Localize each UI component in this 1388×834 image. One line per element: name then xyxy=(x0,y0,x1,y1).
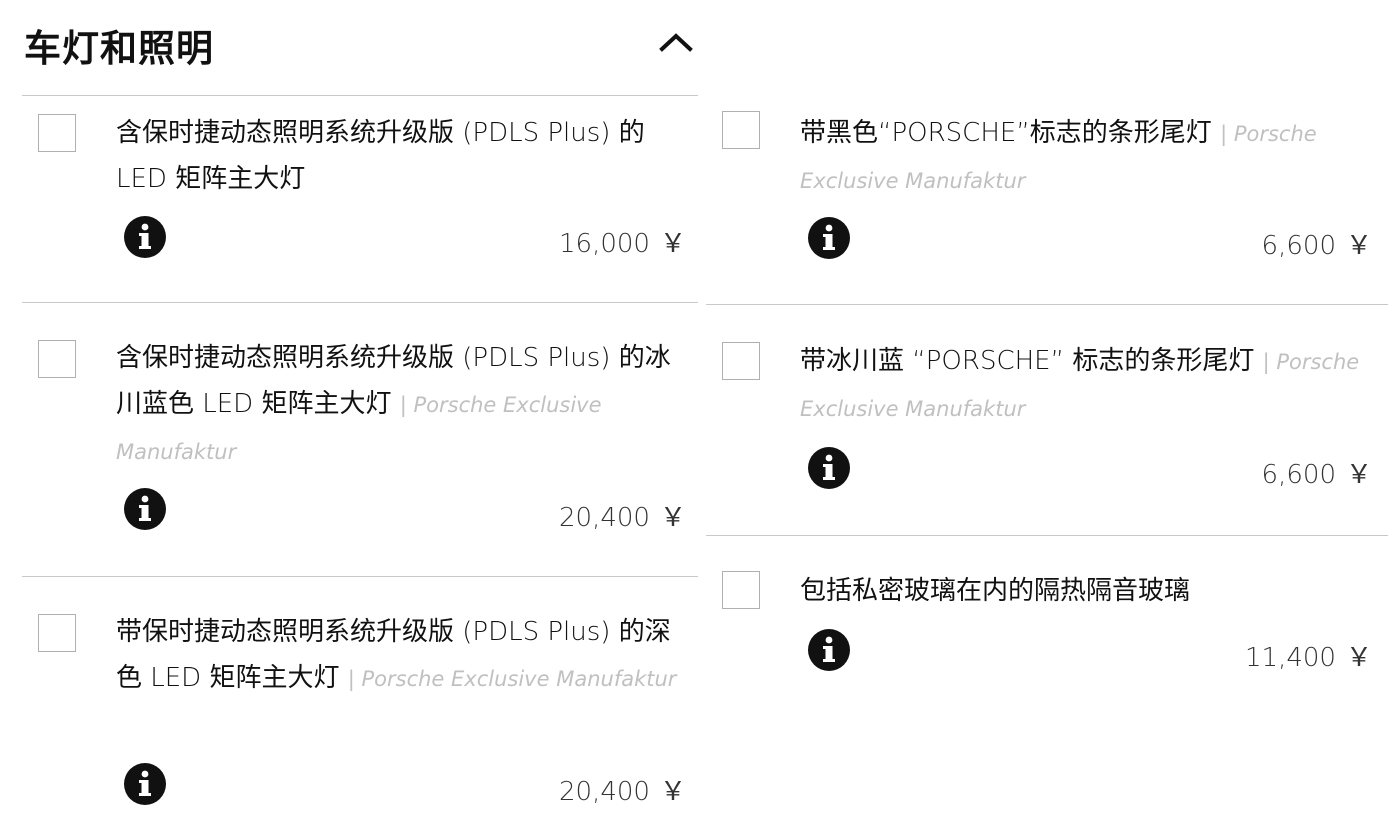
option-checkbox[interactable] xyxy=(722,342,760,380)
option-label: 含保时捷动态照明系统升级版 (PDLS Plus) 的冰川蓝色 LED 矩阵主大… xyxy=(116,335,686,475)
option-checkbox[interactable] xyxy=(722,111,760,149)
section-title: 车灯和照明 xyxy=(24,27,214,70)
option-checkbox[interactable] xyxy=(38,114,76,152)
option-price: 6,600 ￥ xyxy=(1262,454,1372,491)
option-label-text: 带黑色“PORSCHE”标志的条形尾灯 xyxy=(800,118,1212,148)
option-price: 20,400 ￥ xyxy=(559,497,686,534)
price-value: 20,400 xyxy=(559,503,650,533)
info-icon[interactable] xyxy=(808,629,850,671)
option-pdls-plus-dark: 带保时捷动态照明系统升级版 (PDLS Plus) 的深色 LED 矩阵主大灯 … xyxy=(22,577,698,834)
option-label: 带冰川蓝 “PORSCHE” 标志的条形尾灯 | Porsche Exclusi… xyxy=(800,338,1380,432)
currency-symbol: ￥ xyxy=(1345,643,1372,673)
chevron-up-icon xyxy=(659,33,693,52)
option-label: 带保时捷动态照明系统升级版 (PDLS Plus) 的深色 LED 矩阵主大灯 … xyxy=(116,609,686,702)
price-value: 6,600 xyxy=(1261,231,1336,261)
option-label-text: 包括私密玻璃在内的隔热隔音玻璃 xyxy=(800,576,1191,606)
option-pdls-plus-led-matrix: 含保时捷动态照明系统升级版 (PDLS Plus) 的 LED 矩阵主大灯 16… xyxy=(22,96,698,303)
option-checkbox[interactable] xyxy=(38,614,76,652)
price-value: 11,400 xyxy=(1245,643,1336,673)
info-icon[interactable] xyxy=(124,216,166,258)
option-privacy-insulated-glass: 包括私密玻璃在内的隔热隔音玻璃 11,400 ￥ xyxy=(706,536,1388,736)
currency-symbol: ￥ xyxy=(1345,460,1372,490)
currency-symbol: ￥ xyxy=(659,503,686,533)
info-icon[interactable] xyxy=(808,217,850,259)
price-value: 20,400 xyxy=(559,777,650,807)
price-value: 16,000 xyxy=(559,229,650,259)
option-label-text: 含保时捷动态照明系统升级版 (PDLS Plus) 的 LED 矩阵主大灯 xyxy=(116,118,645,194)
option-label: 含保时捷动态照明系统升级版 (PDLS Plus) 的 LED 矩阵主大灯 xyxy=(116,110,686,202)
option-price: 6,600 ￥ xyxy=(1262,225,1372,262)
option-label: 带黑色“PORSCHE”标志的条形尾灯 | Porsche Exclusive … xyxy=(800,110,1380,204)
collapse-button[interactable] xyxy=(654,22,698,62)
currency-symbol: ￥ xyxy=(1345,231,1372,261)
option-price: 16,000 ￥ xyxy=(559,223,686,260)
section-header: 车灯和照明 xyxy=(22,0,698,96)
option-price: 11,400 ￥ xyxy=(1245,637,1372,674)
currency-symbol: ￥ xyxy=(659,777,686,807)
option-pdls-plus-glacier-blue: 含保时捷动态照明系统升级版 (PDLS Plus) 的冰川蓝色 LED 矩阵主大… xyxy=(22,303,698,577)
option-label: 包括私密玻璃在内的隔热隔音玻璃 xyxy=(800,568,1380,614)
option-checkbox[interactable] xyxy=(38,340,76,378)
info-icon[interactable] xyxy=(808,447,850,489)
option-taillight-black-logo: 带黑色“PORSCHE”标志的条形尾灯 | Porsche Exclusive … xyxy=(706,96,1388,305)
option-label-text: 带冰川蓝 “PORSCHE” 标志的条形尾灯 xyxy=(800,346,1255,376)
info-icon[interactable] xyxy=(124,763,166,805)
option-taillight-glacier-blue-logo: 带冰川蓝 “PORSCHE” 标志的条形尾灯 | Porsche Exclusi… xyxy=(706,305,1388,536)
option-checkbox[interactable] xyxy=(722,571,760,609)
option-vendor: | Porsche Exclusive Manufaktur xyxy=(347,667,677,691)
currency-symbol: ￥ xyxy=(659,229,686,259)
price-value: 6,600 xyxy=(1261,460,1336,490)
info-icon[interactable] xyxy=(124,488,166,530)
option-price: 20,400 ￥ xyxy=(559,771,686,808)
